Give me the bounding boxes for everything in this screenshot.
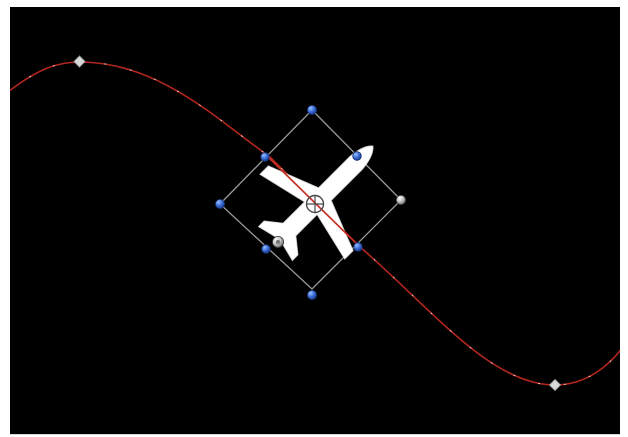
handle-top[interactable] — [306, 105, 317, 116]
canvas-svg[interactable] — [10, 7, 620, 434]
rotation-handle-icon[interactable] — [271, 235, 284, 248]
handle-top-left[interactable] — [260, 152, 270, 162]
handle-left[interactable] — [214, 198, 225, 209]
handle-bottom-right[interactable] — [353, 242, 363, 252]
viewer-frame — [0, 0, 628, 437]
handle-bottom-left[interactable] — [261, 244, 271, 254]
handle-top-right[interactable] — [352, 151, 362, 161]
airplane-icon[interactable] — [233, 104, 415, 286]
keyframe-marker-end[interactable] — [548, 378, 562, 392]
canvas-viewport[interactable] — [10, 7, 620, 435]
keyframe-marker-start[interactable] — [73, 55, 86, 68]
crosshair-icon[interactable] — [305, 194, 325, 214]
handle-right[interactable] — [395, 194, 406, 205]
handle-bottom[interactable] — [306, 289, 317, 300]
